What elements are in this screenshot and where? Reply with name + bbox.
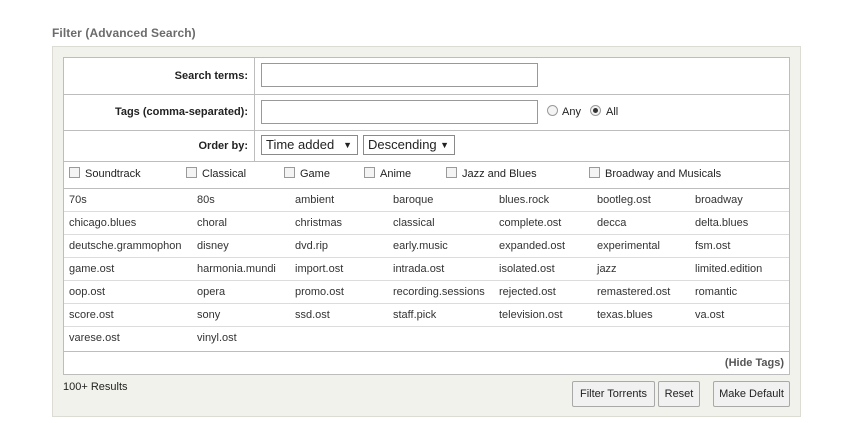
tag-link[interactable]: expanded.ost [499, 240, 565, 252]
tag-link[interactable]: disney [197, 240, 229, 252]
tag-link[interactable]: 70s [69, 194, 87, 206]
tag-link[interactable]: ssd.ost [295, 309, 330, 321]
tag-link[interactable]: ambient [295, 194, 334, 206]
tag-row: oop.ost opera promo.ost recording.sessio… [64, 281, 789, 304]
tag-link[interactable]: va.ost [695, 309, 724, 321]
checkbox-icon[interactable] [69, 167, 80, 178]
tag-link[interactable]: broadway [695, 194, 743, 206]
tag-link[interactable]: complete.ost [499, 217, 561, 229]
tag-link[interactable]: early.music [393, 240, 448, 252]
tag-link[interactable]: remastered.ost [597, 286, 670, 298]
order-field-value: Time added [266, 137, 335, 152]
tag-link[interactable]: rejected.ost [499, 286, 556, 298]
any-radio[interactable] [547, 105, 558, 116]
order-direction-value: Descending [368, 137, 437, 152]
results-count: 100+ Results [63, 381, 128, 393]
any-label: Any [562, 106, 581, 118]
tag-link[interactable]: choral [197, 217, 227, 229]
checkbox-icon[interactable] [446, 167, 457, 178]
tag-link[interactable]: chicago.blues [69, 217, 136, 229]
tag-link[interactable]: staff.pick [393, 309, 436, 321]
tag-link[interactable]: baroque [393, 194, 433, 206]
tag-link[interactable]: dvd.rip [295, 240, 328, 252]
tag-link[interactable]: recording.sessions [393, 286, 485, 298]
checkbox-icon[interactable] [284, 167, 295, 178]
tag-row: game.ost harmonia.mundi import.ost intra… [64, 258, 789, 281]
tag-link[interactable]: blues.rock [499, 194, 549, 206]
order-direction-select[interactable]: Descending ▼ [363, 135, 455, 155]
order-field-select[interactable]: Time added ▼ [261, 135, 358, 155]
tag-link[interactable]: 80s [197, 194, 215, 206]
category-classical[interactable]: Classical [186, 167, 246, 180]
tags-row: Tags (comma-separated): Any All [64, 95, 789, 131]
search-terms-input[interactable] [261, 63, 538, 87]
tag-row: chicago.blues choral christmas classical… [64, 212, 789, 235]
tag-link[interactable]: bootleg.ost [597, 194, 651, 206]
chevron-down-icon: ▼ [440, 140, 449, 150]
checkbox-icon[interactable] [186, 167, 197, 178]
tags-label: Tags (comma-separated): [64, 95, 255, 130]
tag-link[interactable]: television.ost [499, 309, 563, 321]
hide-tags-row: (Hide Tags) [64, 352, 789, 374]
category-broadway[interactable]: Broadway and Musicals [589, 167, 721, 180]
tag-link[interactable]: import.ost [295, 263, 343, 275]
tag-link[interactable]: romantic [695, 286, 737, 298]
filter-heading: Filter (Advanced Search) [52, 26, 196, 40]
tag-link[interactable]: christmas [295, 217, 342, 229]
search-terms-label: Search terms: [64, 58, 255, 94]
order-label: Order by: [64, 131, 255, 161]
tag-row: 70s 80s ambient baroque blues.rock bootl… [64, 189, 789, 212]
all-label: All [606, 106, 619, 118]
tag-row: varese.ost vinyl.ost [64, 327, 789, 350]
tag-link[interactable]: delta.blues [695, 217, 748, 229]
tag-link[interactable]: decca [597, 217, 626, 229]
tag-link[interactable]: score.ost [69, 309, 114, 321]
tag-list: 70s 80s ambient baroque blues.rock bootl… [64, 189, 789, 352]
tag-link[interactable]: game.ost [69, 263, 114, 275]
filter-panel: Search terms: Tags (comma-separated): An… [52, 46, 801, 417]
tag-link[interactable]: fsm.ost [695, 240, 730, 252]
tag-row: deutsche.grammophon disney dvd.rip early… [64, 235, 789, 258]
make-default-button[interactable]: Make Default [713, 381, 790, 407]
tag-link[interactable]: deutsche.grammophon [69, 240, 182, 252]
reset-button[interactable]: Reset [658, 381, 700, 407]
tag-link[interactable]: limited.edition [695, 263, 762, 275]
checkbox-icon[interactable] [589, 167, 600, 178]
category-anime[interactable]: Anime [364, 167, 411, 180]
tag-link[interactable]: harmonia.mundi [197, 263, 276, 275]
tag-link[interactable]: varese.ost [69, 332, 120, 344]
tag-row: score.ost sony ssd.ost staff.pick televi… [64, 304, 789, 327]
tag-link[interactable]: intrada.ost [393, 263, 444, 275]
filter-form: Search terms: Tags (comma-separated): An… [63, 57, 790, 375]
category-row: Soundtrack Classical Game Anime Jazz and… [64, 162, 789, 189]
tag-link[interactable]: classical [393, 217, 435, 229]
tag-link[interactable]: isolated.ost [499, 263, 555, 275]
order-row: Order by: Time added ▼ Descending ▼ [64, 131, 789, 162]
tag-link[interactable]: jazz [597, 263, 617, 275]
tag-link[interactable]: sony [197, 309, 220, 321]
category-game[interactable]: Game [284, 167, 330, 180]
chevron-down-icon: ▼ [343, 140, 352, 150]
tag-link[interactable]: texas.blues [597, 309, 653, 321]
tag-link[interactable]: promo.ost [295, 286, 344, 298]
tag-link[interactable]: vinyl.ost [197, 332, 237, 344]
filter-torrents-button[interactable]: Filter Torrents [572, 381, 655, 407]
hide-tags-link[interactable]: (Hide Tags) [725, 357, 784, 369]
tag-link[interactable]: experimental [597, 240, 660, 252]
category-soundtrack[interactable]: Soundtrack [69, 167, 141, 180]
search-terms-row: Search terms: [64, 58, 789, 95]
checkbox-icon[interactable] [364, 167, 375, 178]
tag-link[interactable]: opera [197, 286, 225, 298]
tags-input[interactable] [261, 100, 538, 124]
tag-link[interactable]: oop.ost [69, 286, 105, 298]
all-radio[interactable] [590, 105, 601, 116]
category-jazz-blues[interactable]: Jazz and Blues [446, 167, 537, 180]
